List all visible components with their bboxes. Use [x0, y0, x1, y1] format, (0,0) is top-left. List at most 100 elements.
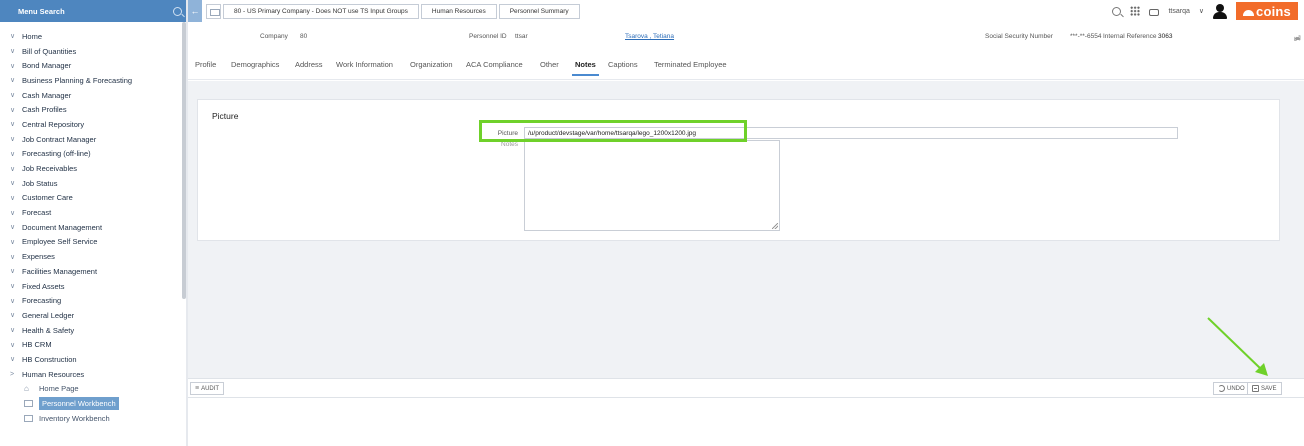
- save-label: SAVE: [1261, 385, 1277, 392]
- menu-item-label: Employee Self Service: [22, 237, 98, 247]
- audit-button[interactable]: ≡ AUDIT: [190, 382, 225, 395]
- menu-item[interactable]: ∨ Expenses: [0, 249, 188, 264]
- menu-item[interactable]: ∨ Forecasting (off-line): [0, 147, 188, 162]
- chevron-down-icon: ∨: [10, 297, 16, 305]
- menu-item[interactable]: ∨ Document Management: [0, 220, 188, 235]
- tab-notes[interactable]: Notes: [572, 60, 599, 76]
- tab-organization[interactable]: Organization: [410, 60, 453, 69]
- menu-search[interactable]: Menu Search: [0, 0, 188, 22]
- user-avatar-icon[interactable]: [1213, 3, 1227, 19]
- menu-item[interactable]: ∨ Facilities Management: [0, 264, 188, 279]
- menu-item-label: Central Repository: [22, 119, 85, 129]
- notes-textarea[interactable]: [524, 140, 780, 231]
- sidebar-scrollbar[interactable]: [182, 22, 186, 299]
- menu-item-label: Cash Manager: [22, 90, 72, 100]
- annotation-arrow: [1207, 317, 1268, 376]
- menu-item-human-resources[interactable]: > Human Resources: [0, 367, 188, 382]
- tab-address[interactable]: Address: [295, 60, 323, 69]
- menu-item[interactable]: ∨ HB Construction: [0, 352, 188, 367]
- employee-name-link[interactable]: Tsarova , Tetiana: [625, 33, 674, 40]
- tab-captions[interactable]: Captions: [608, 60, 638, 69]
- menu-item[interactable]: ∨ HB CRM: [0, 337, 188, 352]
- chevron-down-icon: ∨: [10, 268, 16, 276]
- menu-item[interactable]: ∨ Cash Manager: [0, 88, 188, 103]
- menu-item[interactable]: ∨ Health & Safety: [0, 323, 188, 338]
- tab-aca-compliance[interactable]: ACA Compliance: [466, 60, 523, 69]
- chevron-down-icon: ∨: [10, 92, 16, 100]
- arrow-left-icon: ←: [190, 6, 200, 16]
- window-icon[interactable]: [206, 4, 221, 19]
- print-icon[interactable]: [1149, 8, 1160, 16]
- menu-item-label: Health & Safety: [22, 325, 75, 335]
- menu-search-label: Menu Search: [18, 6, 65, 16]
- search-icon[interactable]: [173, 6, 182, 16]
- tab-demographics[interactable]: Demographics: [231, 60, 279, 69]
- menu-item[interactable]: ∨ Cash Profiles: [0, 102, 188, 117]
- menu-item[interactable]: ∨ Forecast: [0, 205, 188, 220]
- tab-other[interactable]: Other: [540, 60, 559, 69]
- search-icon[interactable]: [1112, 6, 1122, 16]
- tab-profile[interactable]: Profile: [195, 60, 216, 69]
- menu-item[interactable]: ∨ Central Repository: [0, 117, 188, 132]
- menu-item[interactable]: ∨ General Ledger: [0, 308, 188, 323]
- menu-item-label: Job Contract Manager: [22, 134, 97, 144]
- sub-item-home-page[interactable]: ⌂ Home Page: [0, 382, 188, 397]
- menu-item[interactable]: ∨ Job Status: [0, 176, 188, 191]
- menu-item-label: HB Construction: [22, 354, 77, 364]
- menu-item[interactable]: ∨ Bond Manager: [0, 58, 188, 73]
- menu-item-label: Customer Care: [22, 193, 73, 203]
- menu-item[interactable]: ∨ Home: [0, 29, 188, 44]
- tab-work-information[interactable]: Work Information: [336, 60, 393, 69]
- undo-label: UNDO: [1227, 385, 1245, 392]
- menu-item-label: Human Resources: [22, 369, 85, 379]
- chevron-down-icon: ∨: [10, 194, 16, 202]
- chevron-down-icon: ∨: [10, 253, 16, 261]
- sidebar: Menu Search ∨ Home ∨ Bill of Quantities ∨ B…: [0, 0, 188, 446]
- internal-reference-label: Internal Reference: [1103, 33, 1157, 40]
- chevron-down-icon: ∨: [10, 121, 16, 129]
- chevron-down-icon: ∨: [10, 238, 16, 246]
- chevron-down-icon: ∨: [10, 106, 16, 114]
- menu-item-label: Forecast: [22, 208, 52, 218]
- menu-item[interactable]: ∨ Forecasting: [0, 293, 188, 308]
- user-name[interactable]: ttsarqa: [1168, 8, 1189, 15]
- workbench-icon: [24, 414, 33, 422]
- undo-button[interactable]: UNDO: [1213, 382, 1250, 395]
- menu-item-label: Business Planning & Forecasting: [22, 75, 133, 85]
- breadcrumb-human-resources[interactable]: Human Resources: [420, 4, 497, 19]
- back-button[interactable]: ←: [188, 0, 202, 22]
- sub-item-personnel-workbench[interactable]: Personnel Workbench: [0, 396, 188, 411]
- expand-icon[interactable]: ⤢: [1294, 34, 1300, 44]
- bottom-toolbar: ≡ AUDIT UNDO SAVE: [188, 378, 1304, 398]
- topbar: ← 80 - US Primary Company - Does NOT use…: [188, 0, 1304, 22]
- menu-item[interactable]: ∨ Employee Self Service: [0, 235, 188, 250]
- menu-item[interactable]: ∨ Fixed Assets: [0, 279, 188, 294]
- menu-item[interactable]: ∨ Customer Care: [0, 191, 188, 206]
- menu-item[interactable]: ∨ Business Planning & Forecasting: [0, 73, 188, 88]
- menu-item-label: HB CRM: [22, 340, 52, 350]
- resize-grip-icon[interactable]: [772, 223, 778, 229]
- sub-item-inventory-workbench[interactable]: Inventory Workbench: [0, 411, 188, 426]
- tab-terminated-employee[interactable]: Terminated Employee: [654, 60, 727, 69]
- save-button[interactable]: SAVE: [1247, 382, 1282, 395]
- topbar-actions: ttsarqa ∨ coins: [1112, 2, 1298, 20]
- breadcrumb-company[interactable]: 80 - US Primary Company - Does NOT use T…: [223, 4, 419, 19]
- menu-item-label: Fixed Assets: [22, 281, 65, 291]
- company-value: 80: [300, 33, 308, 40]
- menu-item[interactable]: ∨ Bill of Quantities: [0, 44, 188, 59]
- chevron-down-icon[interactable]: ∨: [1199, 7, 1204, 15]
- audit-label: AUDIT: [201, 385, 220, 392]
- app-window: Menu Search ∨ Home ∨ Bill of Quantities ∨ B…: [0, 0, 1304, 446]
- panel-title: Picture: [212, 111, 239, 121]
- sub-item-label: Home Page: [39, 384, 79, 394]
- home-icon: ⌂: [24, 384, 29, 394]
- apps-grid-icon[interactable]: [1130, 6, 1141, 16]
- breadcrumb-personnel-summary[interactable]: Personnel Summary: [498, 4, 580, 19]
- menu-item[interactable]: ∨ Job Receivables: [0, 161, 188, 176]
- menu-item-label: Forecasting: [22, 296, 62, 306]
- sub-item-label: Personnel Workbench: [39, 397, 119, 411]
- chevron-down-icon: ∨: [10, 283, 16, 291]
- menu-item-label: Cash Profiles: [22, 105, 67, 115]
- menu-item-label: Job Status: [22, 178, 58, 188]
- menu-item[interactable]: ∨ Job Contract Manager: [0, 132, 188, 147]
